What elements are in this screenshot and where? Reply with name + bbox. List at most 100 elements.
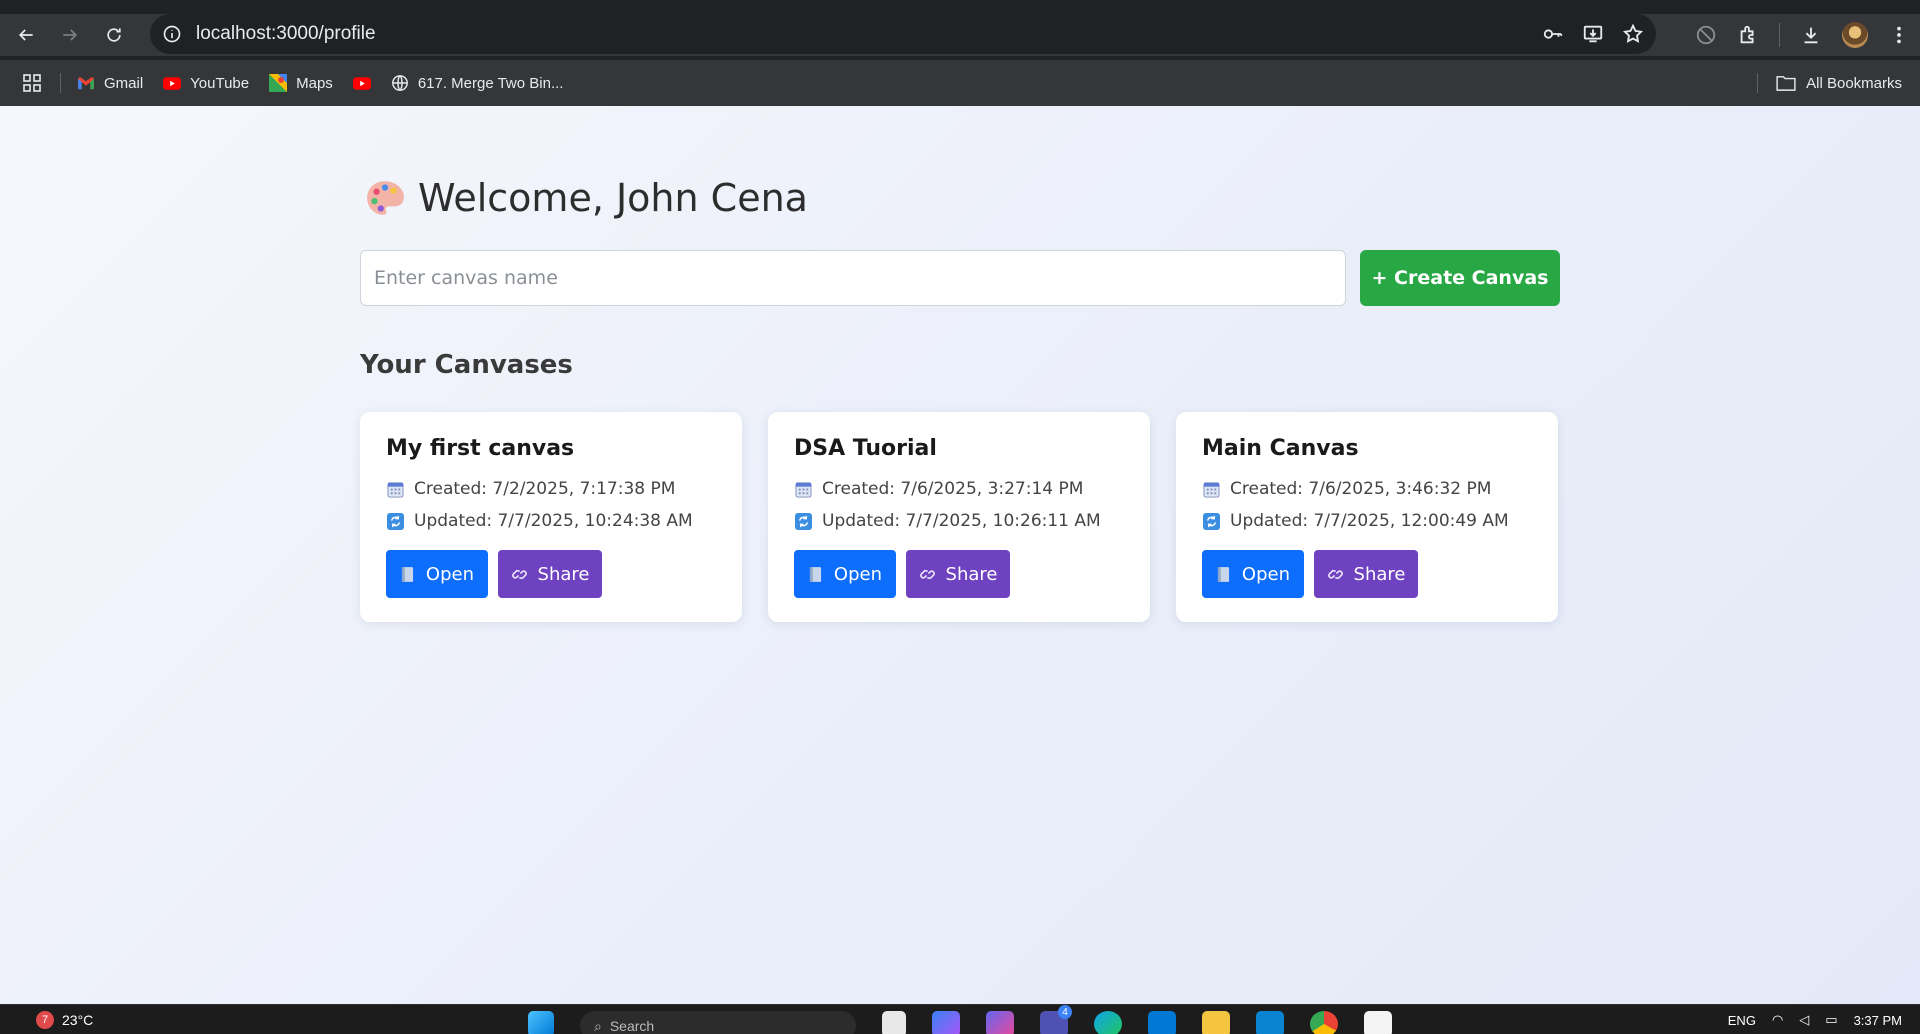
file-explorer-icon[interactable] bbox=[1202, 1011, 1230, 1034]
create-canvas-button[interactable]: + Create Canvas bbox=[1360, 250, 1560, 306]
all-bookmarks-button[interactable]: All Bookmarks bbox=[1776, 60, 1902, 106]
share-button[interactable]: Share bbox=[906, 550, 1010, 598]
canvas-title: Main Canvas bbox=[1202, 436, 1359, 461]
gmail-icon bbox=[77, 74, 95, 92]
folder-icon bbox=[1776, 76, 1796, 91]
bookmark-label: Maps bbox=[296, 74, 333, 92]
browser-icon[interactable] bbox=[1094, 1011, 1122, 1034]
vscode-icon[interactable] bbox=[1256, 1011, 1284, 1034]
chrome-icon[interactable] bbox=[1310, 1011, 1338, 1034]
bookmark-label: Gmail bbox=[104, 74, 144, 92]
all-bookmarks-label: All Bookmarks bbox=[1806, 74, 1902, 92]
app-icon[interactable] bbox=[1364, 1011, 1392, 1034]
share-label: Share bbox=[945, 563, 998, 585]
share-label: Share bbox=[1353, 563, 1406, 585]
calendar-icon bbox=[386, 480, 404, 498]
language-indicator[interactable]: ENG bbox=[1728, 1013, 1756, 1028]
create-canvas-form: + Create Canvas bbox=[360, 250, 1560, 306]
windows-start-icon[interactable] bbox=[528, 1011, 554, 1034]
battery-icon[interactable]: ▭ bbox=[1825, 1012, 1837, 1028]
bookmark-youtube[interactable]: YouTube bbox=[163, 74, 249, 92]
card-actions: Open Share bbox=[794, 550, 1010, 598]
back-button[interactable] bbox=[8, 17, 44, 53]
browser-toolbar: localhost:3000/profile bbox=[0, 14, 1920, 56]
updated-row: Updated: 7/7/2025, 12:00:49 AM bbox=[1202, 505, 1532, 537]
weather-widget[interactable]: 7 23°C bbox=[36, 1005, 93, 1034]
edge-icon[interactable] bbox=[986, 1011, 1014, 1034]
clock-time[interactable]: 3:37 PM bbox=[1854, 1013, 1902, 1028]
bookmark-gmail[interactable]: Gmail bbox=[77, 74, 143, 92]
profile-avatar[interactable] bbox=[1842, 22, 1868, 48]
share-button[interactable]: Share bbox=[1314, 550, 1418, 598]
bookmark-youtube-2[interactable] bbox=[352, 74, 371, 92]
forward-button[interactable] bbox=[52, 17, 88, 53]
open-label: Open bbox=[833, 563, 882, 585]
open-label: Open bbox=[425, 563, 474, 585]
created-row: Created: 7/2/2025, 7:17:38 PM bbox=[386, 473, 716, 505]
reload-icon bbox=[107, 28, 121, 42]
bookmark-leetcode[interactable]: 617. Merge Two Bin... bbox=[391, 74, 563, 92]
canvas-card: My first canvas Created: 7/2/2025, 7:17:… bbox=[360, 412, 742, 622]
teams-icon[interactable]: 4 bbox=[1040, 1005, 1072, 1034]
created-text: Created: 7/6/2025, 3:27:14 PM bbox=[822, 479, 1084, 499]
open-button[interactable]: Open bbox=[1202, 550, 1304, 598]
apps-grid-icon[interactable] bbox=[22, 73, 42, 93]
wifi-icon[interactable]: ◠ bbox=[1772, 1012, 1783, 1028]
notification-count: 4 bbox=[1058, 1005, 1072, 1019]
refresh-icon bbox=[794, 512, 812, 530]
back-arrow-icon bbox=[18, 29, 33, 41]
canvas-card: Main Canvas Created: 7/6/2025, 3:46:32 P… bbox=[1176, 412, 1558, 622]
card-actions: Open Share bbox=[1202, 550, 1418, 598]
bookmarks-divider bbox=[1757, 73, 1758, 93]
created-text: Created: 7/2/2025, 7:17:38 PM bbox=[414, 479, 676, 499]
mail-icon[interactable] bbox=[1148, 1011, 1176, 1034]
section-title: Your Canvases bbox=[360, 350, 573, 380]
extensions-puzzle-icon[interactable] bbox=[1737, 24, 1759, 46]
taskbar-search[interactable]: ⌕ Search bbox=[580, 1011, 856, 1034]
maps-icon bbox=[269, 74, 288, 92]
updated-text: Updated: 7/7/2025, 10:24:38 AM bbox=[414, 511, 693, 531]
canvas-list: My first canvas Created: 7/2/2025, 7:17:… bbox=[360, 412, 1558, 622]
welcome-text: Welcome, John Cena bbox=[418, 176, 808, 220]
globe-icon bbox=[391, 74, 409, 92]
address-bar[interactable]: localhost:3000/profile bbox=[150, 14, 1656, 54]
youtube-icon bbox=[163, 74, 182, 92]
created-text: Created: 7/6/2025, 3:46:32 PM bbox=[1230, 479, 1492, 499]
link-icon bbox=[919, 565, 936, 583]
downloads-icon[interactable] bbox=[1800, 24, 1822, 46]
welcome-heading: Welcome, John Cena bbox=[364, 176, 808, 220]
refresh-icon bbox=[1202, 512, 1220, 530]
temperature-text: 23°C bbox=[62, 1012, 94, 1028]
youtube-icon bbox=[352, 74, 371, 92]
task-view-icon[interactable] bbox=[882, 1011, 906, 1034]
calendar-icon bbox=[794, 480, 812, 498]
kebab-menu-icon[interactable] bbox=[1888, 24, 1910, 46]
share-button[interactable]: Share bbox=[498, 550, 602, 598]
weather-badge: 7 bbox=[36, 1011, 54, 1029]
share-label: Share bbox=[537, 563, 590, 585]
site-info-icon[interactable] bbox=[162, 24, 182, 44]
canvas-title: My first canvas bbox=[386, 436, 575, 461]
updated-text: Updated: 7/7/2025, 12:00:49 AM bbox=[1230, 511, 1509, 531]
open-button[interactable]: Open bbox=[386, 550, 488, 598]
extension-blocked-icon[interactable] bbox=[1695, 24, 1717, 46]
canvas-name-input[interactable] bbox=[360, 250, 1346, 306]
open-label: Open bbox=[1241, 563, 1290, 585]
bookmark-maps[interactable]: Maps bbox=[269, 74, 333, 92]
canvas-title: DSA Tuorial bbox=[794, 436, 937, 461]
updated-row: Updated: 7/7/2025, 10:24:38 AM bbox=[386, 505, 716, 537]
reload-button[interactable] bbox=[96, 17, 132, 53]
install-app-icon[interactable] bbox=[1582, 23, 1604, 45]
copilot-icon[interactable] bbox=[932, 1011, 960, 1034]
created-row: Created: 7/6/2025, 3:46:32 PM bbox=[1202, 473, 1532, 505]
bookmark-star-icon[interactable] bbox=[1622, 23, 1644, 45]
notebook-icon bbox=[1216, 565, 1232, 583]
search-label: Search bbox=[609, 1018, 655, 1034]
link-icon bbox=[511, 565, 528, 583]
open-button[interactable]: Open bbox=[794, 550, 896, 598]
notebook-icon bbox=[808, 565, 824, 583]
password-key-icon[interactable] bbox=[1542, 23, 1564, 45]
url-text[interactable]: localhost:3000/profile bbox=[196, 23, 376, 45]
volume-icon[interactable]: ◁ bbox=[1799, 1012, 1809, 1028]
tab-strip bbox=[0, 0, 1920, 14]
